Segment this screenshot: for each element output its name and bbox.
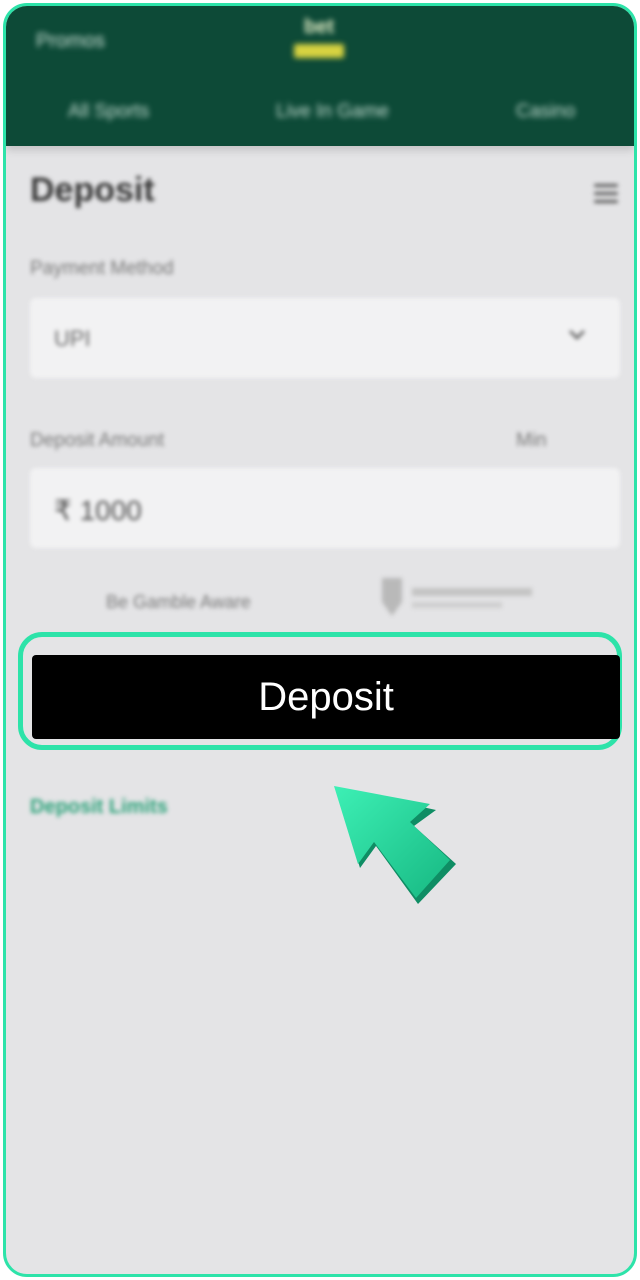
payment-method-select[interactable]: UPI [30, 298, 620, 378]
deposit-amount-input[interactable]: ₹ 1000 [30, 468, 620, 548]
responsible-gambling-row: Be Gamble Aware [106, 574, 546, 624]
logo-bar [294, 44, 344, 58]
promos-link[interactable]: Promos [36, 30, 105, 53]
page-title: Deposit [30, 171, 155, 209]
gamble-aware-text: Be Gamble Aware [106, 592, 251, 612]
deposit-limits-link[interactable]: Deposit Limits [30, 796, 168, 819]
deposit-button[interactable]: Deposit [32, 655, 620, 739]
logo-text: bet [304, 16, 334, 38]
tab-all-sports[interactable]: All Sports [68, 101, 149, 123]
pointer-arrow-icon [334, 786, 456, 904]
menu-icon[interactable] [594, 179, 618, 205]
deposit-amount-label: Deposit Amount [30, 430, 165, 451]
tab-casino[interactable]: Casino [516, 101, 575, 123]
brand-logo[interactable]: bet [292, 16, 346, 62]
min-label: Min [516, 430, 547, 451]
certification-badge-icon [382, 578, 532, 616]
top-header: Promos bet All Sports Live In Game Casin… [6, 6, 634, 146]
deposit-amount-value: ₹ 1000 [54, 495, 142, 526]
phone-frame: Promos bet All Sports Live In Game Casin… [3, 3, 637, 1277]
payment-method-label: Payment Method [30, 258, 174, 279]
payment-method-value: UPI [54, 326, 91, 351]
chevron-down-icon [569, 330, 585, 340]
tab-live-in-game[interactable]: Live In Game [276, 101, 389, 123]
